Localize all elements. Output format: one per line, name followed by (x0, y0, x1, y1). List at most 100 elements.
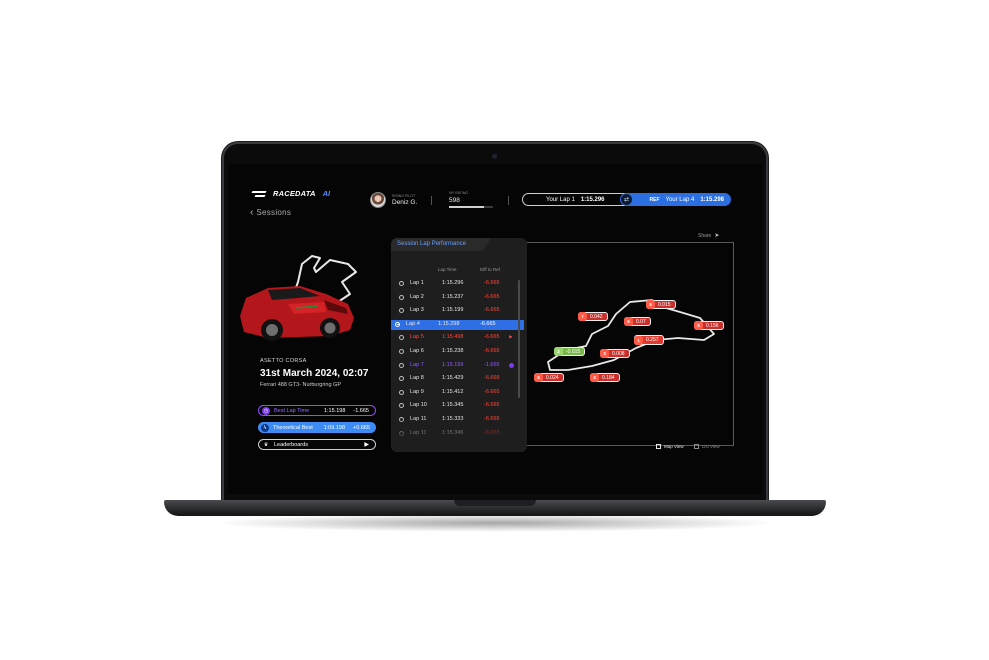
share-label: Share (698, 232, 712, 239)
sector-chip[interactable]: 8 0.015 (646, 300, 676, 309)
lap-time: 1:15.237 (442, 293, 464, 300)
camera-dot (492, 154, 497, 159)
lap-diff: -6.665 (484, 293, 500, 300)
share-button[interactable]: Share ➤ (698, 232, 720, 240)
session-lap-panel: Session Lap Performance Lap Time Diff to… (391, 238, 527, 452)
lap-name: Lap 3 (410, 307, 424, 314)
leaderboards-label: Leaderboards (274, 441, 308, 448)
lap-name: Lap 1 (410, 280, 424, 286)
sector-number: 4 (590, 373, 599, 382)
pilot-info[interactable]: RISING PILOT Deniz G. (370, 192, 417, 208)
compare-lap-right[interactable]: REF Your Lap 4 1:15.298 (627, 193, 731, 206)
map-view-button[interactable]: Map View (656, 444, 684, 449)
radio-button[interactable] (399, 308, 404, 314)
pilot-name: Deniz G. (392, 199, 418, 206)
lap-row[interactable]: Lap 4 1:15.298 -6.665 (391, 319, 524, 330)
logo-text: RACEDATA (273, 189, 316, 198)
lap-compare-toggle[interactable]: Your Lap 1 1:15.296 REF Your Lap 4 1:15.… (522, 193, 731, 206)
sector-chip[interactable]: 5 0.024 (534, 373, 564, 382)
list-fade (391, 418, 527, 452)
swap-icon[interactable]: ⇄ (620, 193, 633, 206)
lap-name: Lap 8 (410, 375, 424, 382)
radio-button[interactable] (399, 362, 404, 368)
pilot-caption: RISING PILOT (392, 194, 416, 198)
sector-chip[interactable]: 3 0.008 (600, 349, 630, 358)
list-icon (693, 444, 699, 449)
radio-button[interactable] (399, 376, 404, 382)
sector-number: 9 (694, 321, 703, 330)
app-logo[interactable]: RACEDATA AI (252, 189, 330, 198)
radio-button[interactable] (399, 349, 404, 354)
lap-row[interactable]: Lap 6 1:15.238 -6.665 (395, 347, 523, 357)
game-name: ASETTO CORSA (260, 358, 307, 364)
sector-chip[interactable]: 7 0.042 (578, 312, 608, 321)
panel-title: Session Lap Performance (397, 241, 467, 247)
stopwatch-icon: ◷ (262, 406, 270, 415)
sector-chip[interactable]: 2 -0.015 (554, 347, 586, 356)
theoretical-diff: +0.665 (353, 424, 370, 431)
list-view-button[interactable]: List View (693, 444, 720, 449)
sector-chip[interactable]: 6 0.07 (624, 317, 651, 326)
laptop-shadow (210, 514, 780, 532)
lap-row[interactable]: Lap 3 1:15.199 -6.665 (395, 306, 523, 316)
back-to-sessions[interactable]: ‹ Sessions (250, 207, 291, 218)
arrow-right-icon: ▶ (364, 442, 369, 448)
avatar (370, 192, 386, 208)
lap-row[interactable]: Lap 10 1:15.345 -6.665 (395, 401, 523, 411)
lap-time: 1:15.296 (442, 280, 464, 286)
app-screen: RACEDATA AI ‹ Sessions RISING PILOT Deniz… (228, 164, 762, 494)
scrollbar[interactable] (518, 280, 520, 398)
lap-row[interactable]: Lap 5 1:15.498 -6.665 ⚑ (395, 333, 523, 343)
lap-time: 1:15.345 (442, 402, 464, 409)
radio-button[interactable] (399, 403, 404, 409)
compare-left-time: 1:15.296 (580, 196, 605, 203)
radio-button[interactable] (399, 294, 404, 300)
chevron-left-icon: ‹ (250, 207, 254, 218)
lap-time: 1:15.238 (442, 348, 464, 354)
invalid-lap-icon: ⚑ (508, 335, 513, 342)
compare-right-label: Your Lap 4 (665, 196, 695, 203)
sector-number: 3 (600, 349, 609, 358)
leaderboards-button[interactable]: ♛ Leaderboards ▶ (258, 439, 376, 450)
sector-delta: 0.042 (590, 313, 603, 320)
car-track-name: Ferrari 488 GT3- Nurburgring GP (260, 382, 341, 388)
radio-button[interactable] (399, 389, 404, 395)
sector-delta: 0.015 (658, 301, 671, 308)
lap-row[interactable]: Lap 1 1:15.296 -6.665 (395, 279, 523, 289)
sector-delta: 0.184 (602, 374, 615, 381)
car-image (240, 286, 354, 341)
sector-chip[interactable]: 4 0.184 (590, 373, 620, 382)
map-view-label: Map View (664, 444, 684, 449)
compare-lap-left[interactable]: Your Lap 1 1:15.296 (522, 193, 628, 206)
lap-row[interactable]: Lap 2 1:15.237 -6.665 (395, 293, 523, 303)
lap-diff: -6.665 (484, 280, 500, 286)
sector-number: 5 (534, 373, 543, 382)
sector-delta: -0.015 (566, 348, 581, 355)
best-lap-time-value: 1:15.198 (323, 407, 346, 414)
lap-diff: -6.665 (484, 334, 500, 341)
trophy-icon: ♛ (263, 441, 269, 448)
header-divider (508, 196, 509, 205)
lap-time: 1:15.199 (442, 307, 464, 314)
theoretical-best[interactable]: ϟ Theoretical Best 1:09.198 +0.665 (258, 422, 376, 433)
lap-time: 1:15.429 (442, 375, 464, 382)
sector-chip[interactable]: 9 0.156 (694, 321, 724, 330)
lap-row[interactable]: Lap 7 1:15.199 -1.665 (395, 361, 523, 371)
lap-name: Lap 7 (410, 361, 424, 368)
sector-number: 1 (634, 335, 643, 345)
sector-delta: 0.008 (612, 350, 625, 357)
compare-right-time: 1:15.298 (700, 196, 724, 203)
radio-button[interactable] (399, 335, 404, 341)
sector-chip[interactable]: 1 0.257 (634, 335, 664, 345)
logo-ai: AI (322, 189, 331, 198)
lap-row[interactable]: Lap 9 1:15.412 -6.665 (395, 388, 523, 398)
sector-delta: 0.07 (636, 318, 646, 325)
radio-button[interactable] (395, 321, 400, 327)
ref-tag: REF (649, 196, 660, 203)
radio-button[interactable] (399, 281, 404, 286)
send-icon: ➤ (714, 233, 720, 239)
lap-row[interactable]: Lap 8 1:15.429 -6.665 (395, 374, 523, 384)
map-icon (656, 444, 661, 449)
lap-time: 1:15.412 (442, 388, 464, 395)
best-lap-time[interactable]: ◷ Best Lap Time 1:15.198 -1.665 (258, 405, 376, 416)
